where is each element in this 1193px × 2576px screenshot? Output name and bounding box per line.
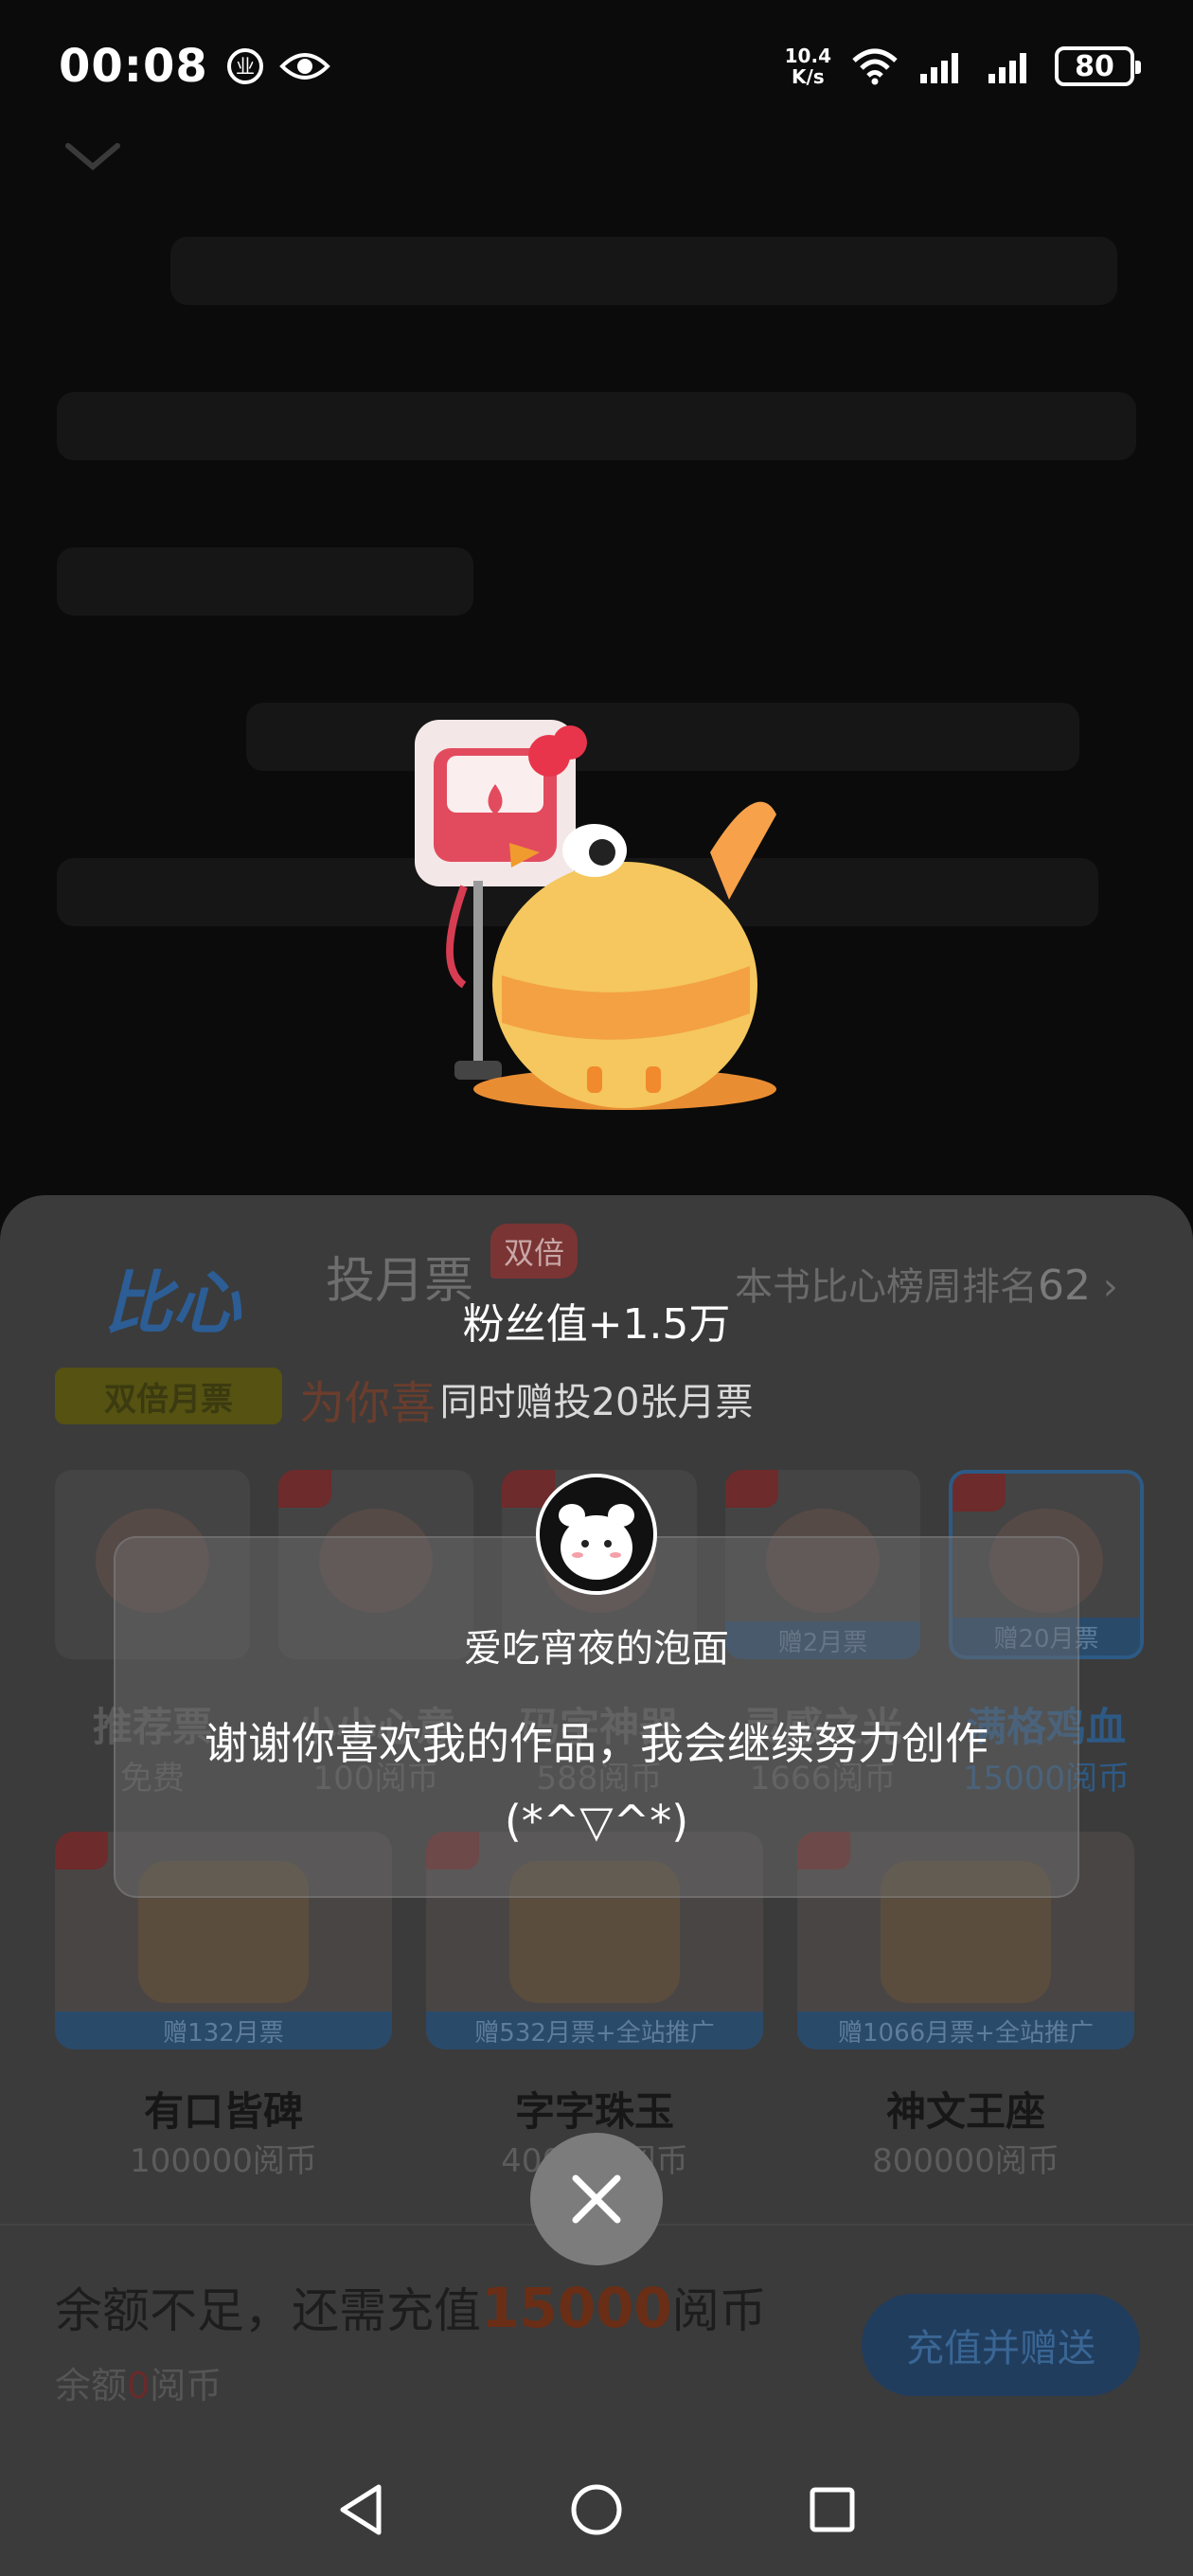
gift-votes-text: 同时赠投20张月票	[439, 1381, 754, 1424]
gift-bonus: 赠132月票	[55, 2012, 392, 2049]
gift-name: 有口皆碑	[143, 2088, 303, 2135]
close-icon	[572, 2174, 621, 2224]
insufficient-prefix: 余额不足，还需充值	[55, 2283, 481, 2338]
heart-tag-icon	[278, 1470, 331, 1508]
balance-prefix: 余额	[55, 2365, 128, 2406]
svg-text:业: 业	[236, 55, 255, 78]
fan-gain-text: 粉丝值+1.5万	[462, 1300, 731, 1349]
gift-name: 神文王座	[885, 2088, 1045, 2135]
heart-tag-icon	[725, 1470, 778, 1508]
net-speed-unit: K/s	[791, 65, 825, 88]
gift-price: 800000阅币	[872, 2142, 1059, 2180]
back-icon[interactable]	[337, 2483, 384, 2536]
balance-value: 0	[127, 2365, 151, 2406]
avatar-image	[540, 1477, 653, 1591]
article-line	[57, 547, 473, 616]
close-button[interactable]	[530, 2133, 663, 2265]
status-bar: 00:08 业 10.4 K/s 80	[0, 0, 1193, 133]
eye-icon	[278, 53, 330, 80]
home-icon[interactable]	[570, 2483, 623, 2536]
recents-icon[interactable]	[809, 2486, 856, 2533]
recharge-button[interactable]: 充值并赠送	[862, 2294, 1140, 2396]
signal-icon	[920, 53, 958, 83]
balance-text: 余额0阅币	[55, 2356, 222, 2408]
heart-tag-icon	[55, 1832, 108, 1869]
notification-icon: 业	[226, 48, 263, 84]
article-line	[57, 392, 1136, 460]
insufficient-amount: 15000	[481, 2276, 672, 2340]
status-time: 00:08	[59, 40, 208, 93]
gift-price: 100000阅币	[130, 2142, 317, 2180]
gift-bonus: 赠1066月票+全站推广	[797, 2012, 1134, 2049]
author-name: 爱吃宵夜的泡面	[464, 1627, 729, 1671]
net-speed: 10.4 K/s	[785, 45, 831, 87]
balance-suffix: 阅币	[150, 2365, 223, 2406]
insufficient-balance-text: 余额不足，还需充值15000阅币	[55, 2273, 767, 2341]
battery-icon: 80	[1055, 46, 1141, 86]
gift-name: 字字珠玉	[514, 2088, 674, 2135]
double-badge: 双倍	[490, 1224, 579, 1279]
heart-tag-icon	[953, 1474, 1006, 1512]
wifi-icon	[852, 48, 898, 85]
chicken-blood-mascot	[415, 720, 776, 1110]
article-line	[170, 237, 1117, 305]
gift-bonus: 赠532月票+全站推广	[426, 2012, 763, 2049]
author-avatar	[536, 1474, 657, 1595]
system-nav-bar	[0, 2443, 1193, 2576]
status-right: 10.4 K/s 80	[785, 45, 1141, 87]
chevron-down-icon[interactable]	[64, 140, 121, 172]
insufficient-suffix: 阅币	[671, 2283, 767, 2338]
net-speed-value: 10.4	[784, 45, 831, 67]
signal-icon	[988, 53, 1026, 83]
thanks-message: 谢谢你喜欢我的作品，我会继续努力创作(*^▽^*)	[205, 1718, 988, 1847]
status-left-icons: 业	[225, 46, 331, 86]
